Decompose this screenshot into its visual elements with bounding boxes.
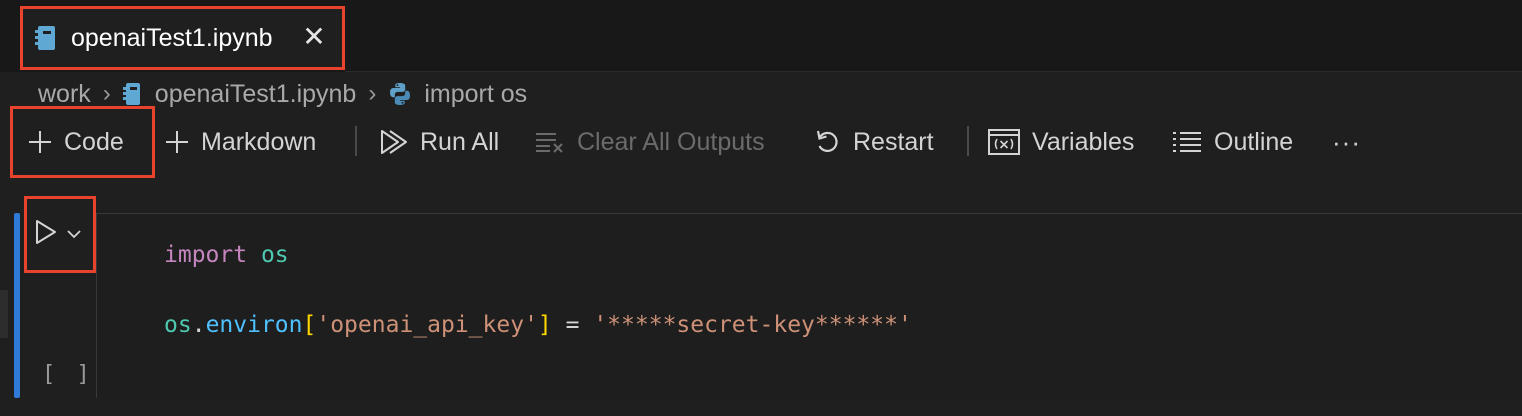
code-cell-editor[interactable]: import os os.environ['openai_api_key'] =… bbox=[96, 213, 1522, 398]
breadcrumb-item-symbol[interactable]: import os bbox=[424, 80, 527, 109]
tab-bar-empty bbox=[345, 0, 1522, 72]
add-markdown-label: Markdown bbox=[201, 127, 317, 156]
tab-openaitest1[interactable]: openaiTest1.ipynb ✕ bbox=[20, 6, 345, 70]
notebook-icon bbox=[122, 82, 141, 106]
string-key: 'openai_api_key' bbox=[316, 312, 538, 338]
play-icon bbox=[35, 219, 57, 250]
scroll-edge bbox=[0, 290, 8, 338]
python-icon bbox=[388, 82, 412, 106]
notebook-icon bbox=[35, 25, 57, 51]
string-value: '*****secret-key******' bbox=[593, 312, 912, 338]
run-all-icon bbox=[380, 129, 408, 155]
right-bracket: ] bbox=[537, 312, 552, 338]
breadcrumb-item-work[interactable]: work bbox=[38, 80, 91, 109]
code-line-3: os.environ['openai_api_key'] = '*****sec… bbox=[164, 312, 912, 338]
execution-count: [ ] bbox=[42, 362, 94, 387]
keyword-import: import bbox=[164, 242, 248, 268]
variables-icon bbox=[988, 129, 1020, 155]
clear-all-icon bbox=[535, 131, 565, 153]
close-icon[interactable]: ✕ bbox=[300, 23, 328, 51]
restart-icon bbox=[815, 129, 841, 155]
object-name: os bbox=[164, 312, 192, 338]
breadcrumb-item-notebook[interactable]: openaiTest1.ipynb bbox=[155, 80, 357, 109]
module-name: os bbox=[260, 242, 289, 268]
chevron-right-icon: › bbox=[102, 80, 111, 107]
plus-icon bbox=[165, 130, 189, 154]
tab-title: openaiTest1.ipynb bbox=[71, 23, 273, 52]
more-actions-icon[interactable]: ··· bbox=[1332, 114, 1361, 170]
cell-focus-indicator bbox=[14, 213, 20, 398]
add-markdown-cell-button[interactable]: Markdown bbox=[165, 114, 316, 170]
chevron-right-icon: › bbox=[368, 80, 377, 107]
outline-button[interactable]: Outline bbox=[1172, 114, 1293, 170]
clear-all-outputs-button[interactable]: Clear All Outputs bbox=[535, 114, 765, 170]
notebook-toolbar: Code Markdown Run All Clear All Outputs … bbox=[0, 114, 1522, 170]
dot-operator: . bbox=[191, 312, 206, 338]
assign-operator: = bbox=[551, 312, 594, 338]
variables-button[interactable]: Variables bbox=[988, 114, 1134, 170]
left-bracket: [ bbox=[302, 312, 317, 338]
restart-button[interactable]: Restart bbox=[815, 114, 934, 170]
property-name: environ bbox=[205, 312, 303, 338]
chevron-down-icon[interactable] bbox=[67, 226, 81, 244]
run-all-button[interactable]: Run All bbox=[380, 114, 499, 170]
code-line-1: import os bbox=[164, 242, 289, 268]
notebook-editor: openaiTest1.ipynb ✕ work › openaiTest1.i… bbox=[0, 0, 1522, 416]
variables-label: Variables bbox=[1032, 127, 1135, 156]
toolbar-divider bbox=[355, 126, 357, 156]
restart-label: Restart bbox=[853, 127, 934, 156]
clear-all-outputs-label: Clear All Outputs bbox=[577, 127, 765, 156]
toolbar-divider bbox=[967, 126, 969, 156]
run-cell-button[interactable] bbox=[24, 196, 96, 273]
outline-label: Outline bbox=[1214, 127, 1294, 156]
code-button-highlight bbox=[10, 106, 155, 178]
run-all-label: Run All bbox=[420, 127, 500, 156]
outline-icon bbox=[1172, 130, 1202, 154]
